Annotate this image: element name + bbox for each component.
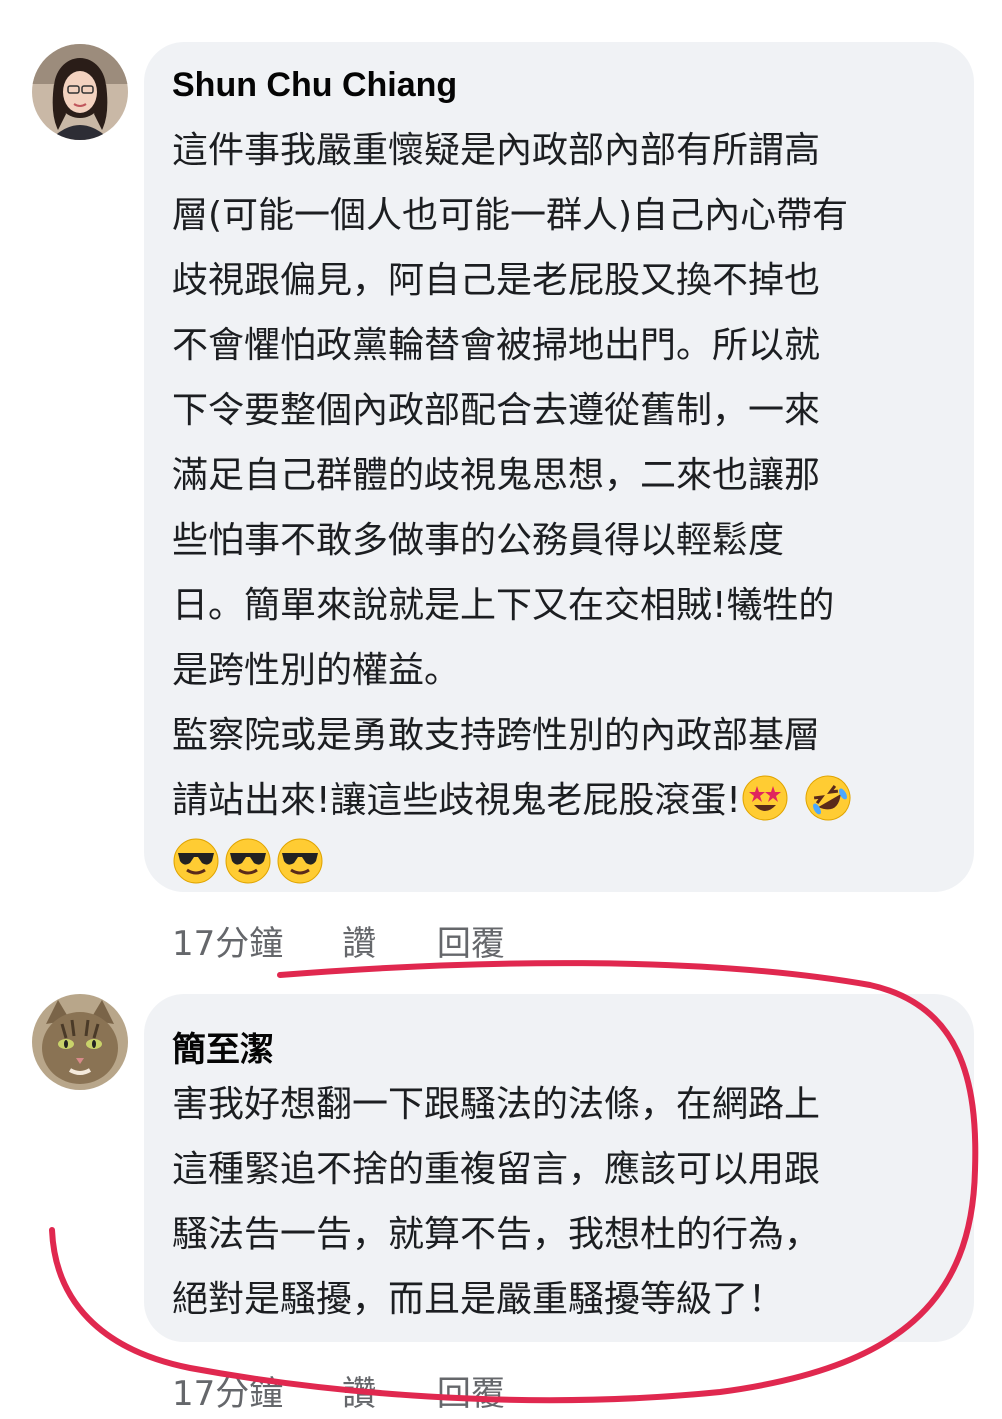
comment-text: 害我好想翻一下跟騷法的法條，在網路上 這種緊追不捨的重複留言，應該可以用跟 騷法… — [172, 1072, 942, 1332]
comment-line: 騷法告一告，就算不告，我想杜的行為， — [172, 1214, 821, 1255]
comment-line: 絕對是騷擾，而且是嚴重騷擾等級了！ — [172, 1279, 785, 1320]
like-button[interactable]: 讚 — [342, 1366, 376, 1415]
avatar[interactable] — [32, 994, 128, 1090]
comment-2: 簡至潔 害我好想翻一下跟騷法的法條，在網路上 這種緊追不捨的重複留言，應該可以用… — [0, 0, 1002, 1419]
cat-avatar-icon — [32, 994, 128, 1090]
comment-line: 這種緊追不捨的重複留言，應該可以用跟 — [172, 1149, 821, 1190]
reply-button[interactable]: 回覆 — [437, 1366, 505, 1415]
comment-actions: 17分鐘 讚 回覆 — [172, 1366, 505, 1415]
comment-line: 害我好想翻一下跟騷法的法條，在網路上 — [172, 1084, 821, 1125]
comment-timestamp[interactable]: 17分鐘 — [172, 1366, 283, 1415]
comment-author[interactable]: 簡至潔 — [172, 1022, 274, 1071]
comment-bubble: 簡至潔 害我好想翻一下跟騷法的法條，在網路上 這種緊追不捨的重複留言，應該可以用… — [144, 994, 974, 1342]
